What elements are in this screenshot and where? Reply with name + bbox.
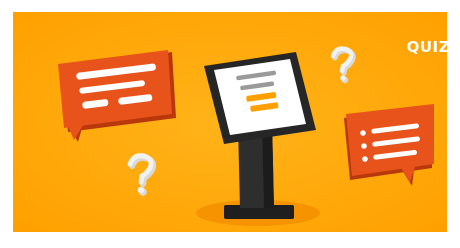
quiz-label: QUIZ [406,38,450,56]
quiz-banner: QUIZ [0,0,460,244]
banner-illustration [13,12,447,232]
